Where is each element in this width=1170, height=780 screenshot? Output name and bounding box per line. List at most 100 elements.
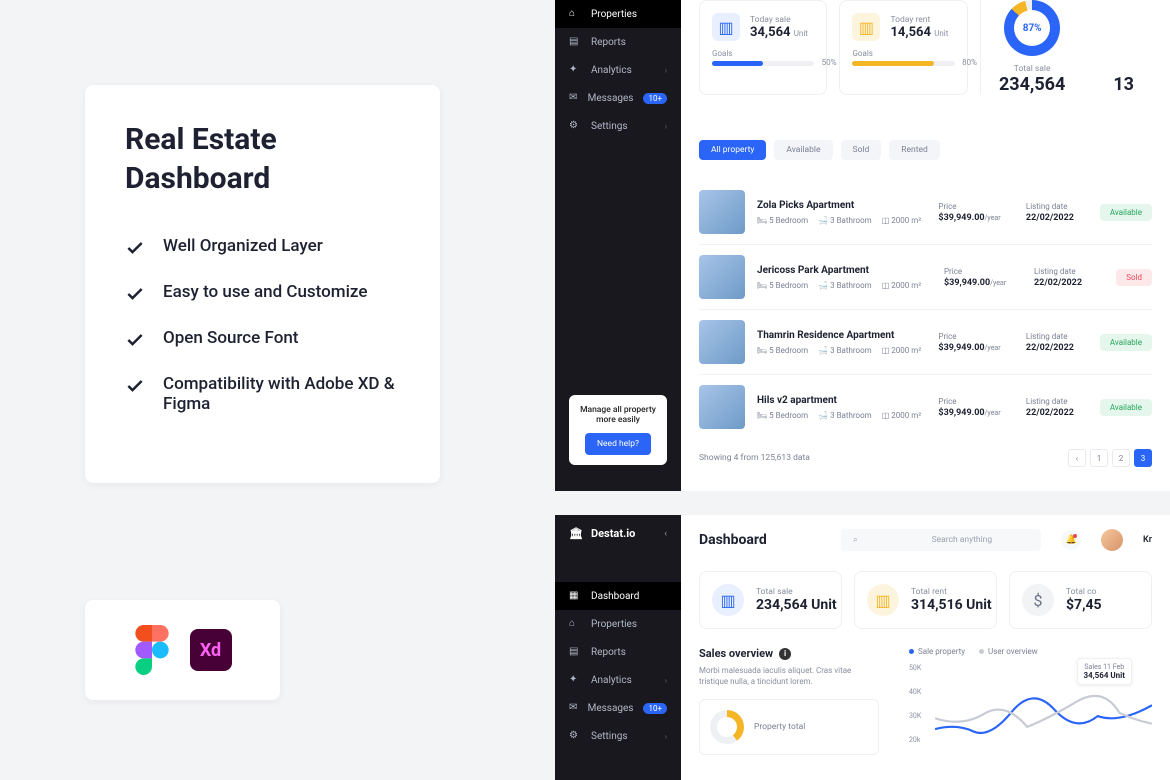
feature-item: Compatibility with Adobe XD & Figma	[125, 374, 400, 414]
nav-messages[interactable]: ✉Messages10+	[555, 694, 681, 722]
stat-value: 234,564	[999, 74, 1065, 95]
legend-sale[interactable]: Sale property	[909, 647, 965, 656]
info-icon[interactable]: i	[779, 648, 791, 660]
filter-rented[interactable]: Rented	[889, 140, 940, 160]
check-icon	[125, 284, 145, 304]
stat-value: 34,564 Unit	[750, 25, 808, 40]
property-row[interactable]: Thamrin Residence Apartment 🛏 5 Bedroom …	[699, 309, 1152, 374]
building-icon: ▥	[712, 13, 740, 41]
status-badge: Available	[1100, 334, 1152, 351]
chevron-left-icon[interactable]: ‹	[664, 529, 667, 539]
property-row[interactable]: Jericoss Park Apartment 🛏 5 Bedroom 🛁 3 …	[699, 244, 1152, 309]
side-metric: 13	[1095, 0, 1152, 95]
home-icon: ⌂	[569, 618, 581, 630]
total-sale-card: ▥ Total sale234,564 Unit	[699, 571, 842, 629]
sidebar: 🏛 Destat.io ‹ ▦Dashboard ⌂Properties ▤Re…	[555, 515, 681, 780]
section-title: Sales overviewi	[699, 647, 879, 660]
badge: 10+	[643, 93, 667, 104]
gear-icon: ⚙	[569, 120, 581, 132]
total-rent-card: ▥ Total rent314,516 Unit	[854, 571, 997, 629]
property-name: Zola Picks Apartment	[757, 200, 926, 211]
bath-icon: 🛁 3 Bathroom	[818, 216, 872, 225]
search-input[interactable]: ⌕Search anything	[841, 529, 1041, 551]
page-2[interactable]: 2	[1112, 449, 1130, 467]
bath-icon: 🛁 3 Bathroom	[818, 411, 872, 420]
mail-icon: ✉	[569, 92, 578, 104]
property-row[interactable]: Hils v2 apartment 🛏 5 Bedroom 🛁 3 Bathro…	[699, 374, 1152, 439]
showing-text: Showing 4 from 125,613 data	[699, 453, 810, 463]
chevron-right-icon: ›	[665, 66, 667, 75]
brand-logo[interactable]: 🏛 Destat.io ‹	[555, 515, 681, 552]
property-thumbnail	[699, 320, 745, 364]
check-icon	[125, 238, 145, 258]
logo-card: Xd	[85, 600, 280, 700]
nav-properties[interactable]: ⌂Properties	[555, 0, 681, 28]
section-desc: Morbi malesuada iaculis aliquet. Cras vi…	[699, 665, 879, 687]
filter-available[interactable]: Available	[774, 140, 832, 160]
content-area: ▥ Today sale 34,564 Unit Goals 50% ▥ Tod…	[681, 0, 1170, 491]
page-1[interactable]: 1	[1090, 449, 1108, 467]
status-badge: Sold	[1116, 269, 1152, 286]
nav-dashboard[interactable]: ▦Dashboard	[555, 582, 681, 610]
line-chart: 50K 40K 30K 20k Sales 11 Feb 34,564 Unit	[909, 664, 1152, 744]
property-thumbnail	[699, 190, 745, 234]
property-row[interactable]: Zola Picks Apartment 🛏 5 Bedroom 🛁 3 Bat…	[699, 180, 1152, 244]
feature-item: Well Organized Layer	[125, 236, 400, 258]
feature-list: Well Organized Layer Easy to use and Cus…	[125, 236, 400, 414]
dashboard-preview-top: ⌂Properties ▤Reports ✦Analytics› ✉Messag…	[555, 0, 1170, 491]
sidebar: ⌂Properties ▤Reports ✦Analytics› ✉Messag…	[555, 0, 681, 491]
promo-title: Real Estate Dashboard	[125, 120, 400, 198]
xd-icon: Xd	[190, 629, 232, 671]
page-3[interactable]: 3	[1134, 449, 1152, 467]
property-features: 🛏 5 Bedroom 🛁 3 Bathroom ◫ 2000 m²	[757, 281, 932, 290]
feature-item: Open Source Font	[125, 328, 400, 350]
status-badge: Available	[1100, 399, 1152, 416]
avatar[interactable]	[1101, 529, 1123, 551]
area-icon: ◫ 2000 m²	[882, 346, 921, 355]
property-thumbnail	[699, 255, 745, 299]
nav-reports[interactable]: ▤Reports	[555, 638, 681, 666]
nav-properties[interactable]: ⌂Properties	[555, 610, 681, 638]
dashboard-preview-bottom: 🏛 Destat.io ‹ ▦Dashboard ⌂Properties ▤Re…	[555, 515, 1170, 780]
chevron-right-icon: ›	[665, 676, 667, 685]
help-text: Manage all property more easily	[579, 405, 657, 425]
sales-overview-section: Sales overviewi Morbi malesuada iaculis …	[699, 647, 1152, 755]
chart-icon: ✦	[569, 64, 581, 76]
filter-sold[interactable]: Sold	[841, 140, 882, 160]
notifications-button[interactable]: 🔔	[1061, 530, 1081, 550]
nav-settings[interactable]: ⚙Settings›	[555, 722, 681, 750]
file-icon: ▤	[569, 36, 581, 48]
mail-icon: ✉	[569, 702, 578, 714]
dollar-icon: $	[1022, 584, 1054, 616]
search-icon: ⌕	[853, 535, 858, 545]
property-thumbnail	[699, 385, 745, 429]
building-icon: ▥	[712, 584, 744, 616]
nav-settings[interactable]: ⚙Settings›	[555, 112, 681, 140]
nav-analytics[interactable]: ✦Analytics›	[555, 666, 681, 694]
price-col: Price$39,949.00/year	[938, 397, 1014, 418]
status-badge: Available	[1100, 204, 1152, 221]
date-col: Listing date22/02/2022	[1026, 332, 1088, 353]
figma-icon	[134, 625, 170, 675]
chart-icon: ✦	[569, 674, 581, 686]
stat-label: Property total	[754, 722, 805, 732]
stat-label: Total sale	[999, 64, 1065, 74]
grid-icon: ▦	[569, 590, 581, 602]
nav-reports[interactable]: ▤Reports	[555, 28, 681, 56]
date-col: Listing date22/02/2022	[1026, 397, 1088, 418]
total-sale-section: 87% Total sale 234,564	[980, 0, 1083, 95]
nav-messages[interactable]: ✉Messages10+	[555, 84, 681, 112]
nav-analytics[interactable]: ✦Analytics›	[555, 56, 681, 84]
price-col: Price$39,949.00/year	[938, 332, 1014, 353]
progress-bar: 50%	[712, 61, 814, 66]
bed-icon: 🛏 5 Bedroom	[757, 216, 808, 225]
stat-value: 14,564 Unit	[890, 25, 948, 40]
legend-user[interactable]: User overview	[979, 647, 1038, 656]
content-area: Dashboard ⌕Search anything 🔔 Kr ▥ Total …	[681, 515, 1170, 755]
need-help-button[interactable]: Need help?	[585, 433, 651, 455]
page-prev[interactable]: ‹	[1068, 449, 1086, 467]
building-icon: ▥	[852, 13, 880, 41]
goals-label: Goals	[852, 49, 954, 58]
donut-chart	[710, 710, 744, 744]
filter-all-property[interactable]: All property	[699, 140, 766, 160]
